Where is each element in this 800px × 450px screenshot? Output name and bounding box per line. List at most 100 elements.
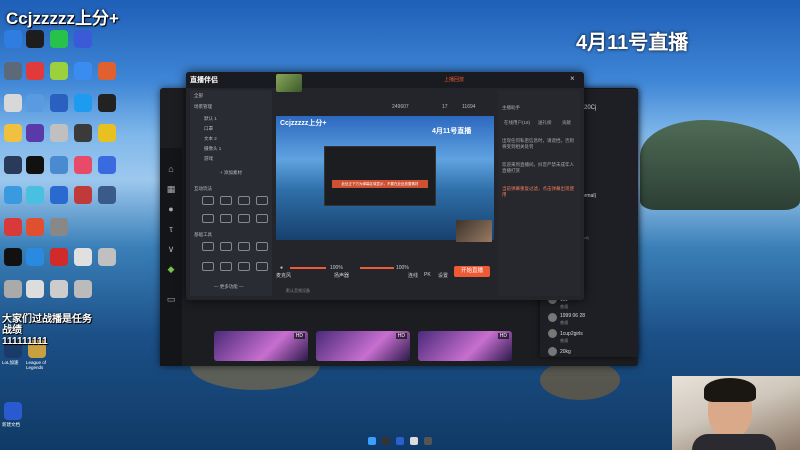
desktop-app-icon[interactable]	[4, 62, 22, 80]
scene-item[interactable]: 游戏	[204, 156, 213, 162]
desktop-app-icon[interactable]	[74, 124, 92, 142]
tool-icon[interactable]	[202, 262, 214, 271]
tool-icon[interactable]	[238, 242, 250, 251]
tool-icon[interactable]	[220, 242, 232, 251]
desktop-app-icon[interactable]	[26, 124, 44, 142]
desktop-app-icon[interactable]	[4, 124, 22, 142]
grid-icon[interactable]: ▦	[165, 184, 177, 194]
tool-icon[interactable]	[202, 242, 214, 251]
tool-label[interactable]: PK	[424, 272, 431, 278]
desktop-app-icon[interactable]	[50, 94, 68, 112]
desktop-app-icon[interactable]	[74, 248, 92, 266]
more-features-link[interactable]: — 更多功能 —	[214, 284, 244, 290]
desktop-app-icon[interactable]	[26, 94, 44, 112]
document-icon[interactable]	[4, 402, 22, 420]
tool-icon[interactable]	[238, 262, 250, 271]
video-thumbnail[interactable]: HD	[316, 331, 410, 361]
tool-icon[interactable]	[220, 262, 232, 271]
app-icon[interactable]: ◆	[165, 264, 177, 274]
mic-slider[interactable]	[290, 267, 326, 269]
desktop-app-icon[interactable]	[4, 280, 22, 298]
desktop-app-icon[interactable]	[50, 30, 68, 48]
desktop-app-icon[interactable]	[74, 156, 92, 174]
tool-icon[interactable]	[256, 262, 268, 271]
video-thumbnail[interactable]: HD	[214, 331, 308, 361]
close-icon[interactable]: ×	[570, 74, 575, 83]
desktop-app-icon[interactable]	[26, 248, 44, 266]
chat-user-name[interactable]: 1cup2girls	[560, 331, 583, 337]
tool-icon[interactable]	[238, 214, 250, 223]
desktop-app-icon[interactable]	[4, 94, 22, 112]
desktop-app-icon[interactable]	[50, 280, 68, 298]
desktop-app-icon[interactable]	[98, 94, 116, 112]
desktop-app-icon[interactable]	[74, 186, 92, 204]
desktop-app-icon[interactable]	[26, 186, 44, 204]
tool-label[interactable]: 设置	[438, 272, 448, 279]
tool-icon[interactable]	[256, 214, 268, 223]
desktop-app-icon[interactable]	[4, 218, 22, 236]
desktop-app-icon[interactable]	[50, 248, 68, 266]
desktop-app-icon[interactable]	[4, 248, 22, 266]
avatar[interactable]	[548, 329, 557, 338]
app-icon[interactable]	[396, 437, 404, 445]
chevron-down-icon[interactable]: ∨	[165, 244, 177, 254]
add-material-button[interactable]: + 添加素材	[220, 170, 242, 176]
desktop-app-icon[interactable]	[26, 62, 44, 80]
video-thumbnail[interactable]: HD	[418, 331, 512, 361]
folder-icon[interactable]: ▭	[165, 294, 177, 304]
gift-tab[interactable]: 送礼榜	[538, 120, 552, 126]
tool-icon[interactable]	[256, 242, 268, 251]
start-live-button[interactable]: 开始直播	[454, 266, 490, 277]
desktop-app-icon[interactable]	[50, 186, 68, 204]
contribution-tab[interactable]: 贡献	[562, 120, 571, 126]
tool-icon[interactable]	[238, 196, 250, 205]
desktop-app-icon[interactable]	[98, 156, 116, 174]
app-icon[interactable]	[424, 437, 432, 445]
chat-user-name[interactable]: 1999 06 28	[560, 313, 585, 319]
tool-icon[interactable]	[202, 214, 214, 223]
app-icon[interactable]	[410, 437, 418, 445]
desktop-app-icon[interactable]	[4, 186, 22, 204]
avatar[interactable]	[548, 347, 557, 356]
game-card[interactable]	[276, 74, 346, 102]
desktop-app-icon[interactable]	[50, 62, 68, 80]
tool-icon[interactable]	[220, 196, 232, 205]
scene-item[interactable]: 口罩	[204, 126, 213, 132]
desktop-app-icon[interactable]	[74, 30, 92, 48]
circle-icon[interactable]: ●	[165, 204, 177, 214]
desktop-app-icon[interactable]	[50, 218, 68, 236]
panel-tab[interactable]: 主播助手	[502, 105, 520, 111]
tool-icon[interactable]	[220, 214, 232, 223]
scene-item[interactable]: 摄像头 1	[204, 146, 221, 152]
desktop-app-icon[interactable]	[4, 30, 22, 48]
home-icon[interactable]: ⌂	[165, 164, 177, 174]
avatar[interactable]	[548, 313, 557, 322]
speaker-slider[interactable]	[360, 267, 394, 269]
tab-all[interactable]: 全部	[194, 93, 203, 99]
mic-icon[interactable]: ●	[280, 265, 283, 271]
desktop-app-icon[interactable]	[26, 156, 44, 174]
desktop-app-icon[interactable]	[74, 280, 92, 298]
desktop-app-icon[interactable]	[50, 124, 68, 142]
online-users-tab[interactable]: 在线用户(18)	[504, 120, 530, 126]
desktop-app-icon[interactable]	[98, 186, 116, 204]
tool-label[interactable]: 连线	[408, 272, 418, 279]
start-icon[interactable]	[368, 437, 376, 445]
app-icon[interactable]	[382, 437, 390, 445]
desktop-app-icon[interactable]	[74, 62, 92, 80]
scene-item[interactable]: 默认 1	[204, 116, 217, 122]
record-label[interactable]: 上播回放	[444, 76, 464, 83]
desktop-app-icon[interactable]	[74, 94, 92, 112]
chat-user-name[interactable]: 20kg	[560, 349, 571, 355]
desktop-app-icon[interactable]	[50, 156, 68, 174]
desktop-app-icon[interactable]	[98, 124, 116, 142]
desktop-app-icon[interactable]	[4, 156, 22, 174]
tab-icon[interactable]: τ	[165, 224, 177, 234]
tool-icon[interactable]	[202, 196, 214, 205]
desktop-app-icon[interactable]	[98, 248, 116, 266]
desktop-app-icon[interactable]	[26, 218, 44, 236]
desktop-app-icon[interactable]	[98, 62, 116, 80]
tool-icon[interactable]	[256, 196, 268, 205]
desktop-app-icon[interactable]	[26, 280, 44, 298]
scene-item[interactable]: 文本 2	[204, 136, 217, 142]
